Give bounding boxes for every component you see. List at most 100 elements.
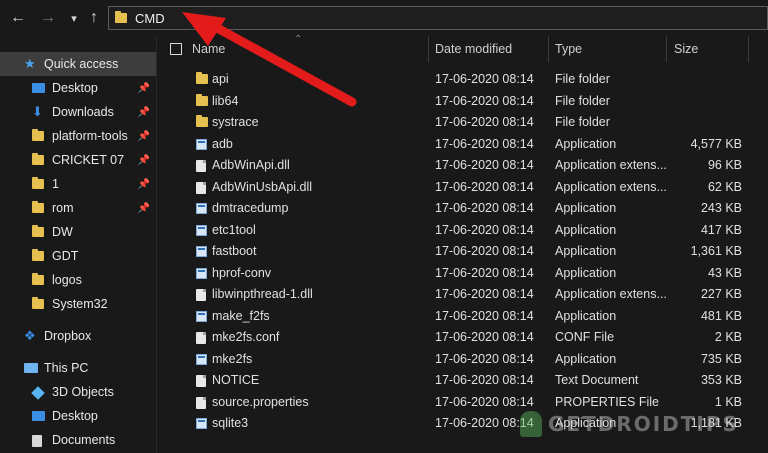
file-type: Text Document xyxy=(555,373,639,387)
sidebar-item-downloads[interactable]: ⬇ Downloads 📌 xyxy=(0,100,156,124)
folder-icon xyxy=(32,297,44,309)
file-name: NOTICE xyxy=(212,373,260,387)
file-type: CONF File xyxy=(555,330,615,344)
pin-icon[interactable]: 📌 xyxy=(138,203,150,214)
file-date: 17-06-2020 08:14 xyxy=(435,136,534,151)
column-divider[interactable] xyxy=(666,36,667,62)
file-name: systrace xyxy=(212,115,259,129)
column-divider[interactable] xyxy=(428,36,429,62)
file-date: 17-06-2020 08:14 xyxy=(435,265,534,280)
file-icon xyxy=(196,396,206,409)
pc-icon xyxy=(24,363,38,373)
file-size: 43 KB xyxy=(707,265,742,280)
sidebar-item-this-pc[interactable]: This PC xyxy=(0,356,156,380)
column-header-label: Type xyxy=(555,42,583,56)
file-name: libwinpthread-1.dll xyxy=(212,287,313,301)
column-divider[interactable] xyxy=(548,36,549,62)
column-divider[interactable] xyxy=(748,36,749,62)
file-row[interactable]: api 17-06-2020 08:14 File folder xyxy=(158,69,768,90)
file-icon xyxy=(196,332,206,344)
file-name: dmtracedump xyxy=(212,201,289,215)
file-date: 17-06-2020 08:14 xyxy=(435,287,534,301)
sidebar-item-3d-objects[interactable]: 3D Objects xyxy=(0,380,156,404)
file-row[interactable]: AdbWinApi.dll 17-06-2020 08:14 Application… xyxy=(158,155,768,176)
file-type: File folder xyxy=(555,72,610,86)
file-type: Application xyxy=(555,244,617,258)
select-all-checkbox[interactable] xyxy=(170,43,182,55)
pin-icon[interactable]: 📌 xyxy=(138,131,150,142)
file-row[interactable]: make_f2fs 17-06-2020 08:14 Application 481 … xyxy=(158,306,768,327)
file-name: sqlite3 xyxy=(212,416,249,430)
up-arrow-icon[interactable]: ↑ xyxy=(84,8,104,28)
column-header-label: Date modified xyxy=(435,42,513,56)
folder-icon xyxy=(32,249,44,261)
folder-icon xyxy=(32,201,44,213)
file-name: mke2fs.conf xyxy=(212,330,280,344)
file-icon xyxy=(196,289,206,301)
folder-icon xyxy=(196,72,208,84)
sidebar-item-desktop-pc[interactable]: Desktop xyxy=(0,404,156,428)
file-size: 4,577 KB xyxy=(690,136,742,151)
column-header-date[interactable]: Date modified xyxy=(435,36,549,62)
file-row[interactable]: mke2fs 17-06-2020 08:14 Application 735 KB xyxy=(158,349,768,370)
file-name: AdbWinApi.dll xyxy=(212,158,290,172)
sidebar-item-documents[interactable]: Documents xyxy=(0,428,156,452)
file-icon xyxy=(196,160,206,172)
pin-icon[interactable]: 📌 xyxy=(138,107,150,118)
sidebar-item-dw[interactable]: DW xyxy=(0,220,156,244)
file-date: 17-06-2020 08:14 xyxy=(435,93,534,108)
file-row[interactable]: NOTICE 17-06-2020 08:14 Text Document 353 K… xyxy=(158,370,768,391)
application-icon xyxy=(196,246,207,257)
back-arrow-icon[interactable]: ← xyxy=(8,8,28,28)
file-row[interactable]: lib64 17-06-2020 08:14 File folder xyxy=(158,91,768,112)
sidebar-item-label: Quick access xyxy=(44,57,119,71)
file-list: ⌃ Name Date modified Type Size api 17-06-… xyxy=(158,34,768,453)
address-bar[interactable]: CMD xyxy=(108,6,768,30)
file-row[interactable]: hprof-conv 17-06-2020 08:14 Application 43 … xyxy=(158,263,768,284)
column-header-name[interactable]: Name xyxy=(192,36,428,62)
sidebar-item-cricket-07[interactable]: CRICKET 07 📌 xyxy=(0,148,156,172)
sidebar-item-logos[interactable]: logos xyxy=(0,268,156,292)
sidebar-item-label: 3D Objects xyxy=(52,385,114,399)
file-row[interactable]: libwinpthread-1.dll 17-06-2020 08:14 Appli… xyxy=(158,284,768,305)
folder-icon xyxy=(32,273,44,285)
sidebar-item-label: DW xyxy=(52,225,73,239)
file-name: lib64 xyxy=(212,93,239,108)
sidebar-item-label: Desktop xyxy=(52,81,98,95)
pin-icon[interactable]: 📌 xyxy=(138,155,150,166)
file-icon xyxy=(196,375,206,387)
sidebar-item-gdt[interactable]: GDT xyxy=(0,244,156,268)
sidebar-item-dropbox[interactable]: ❖ Dropbox xyxy=(0,324,156,348)
pin-icon[interactable]: 📌 xyxy=(138,179,150,190)
desktop-icon xyxy=(32,83,45,93)
recent-locations-chevron-icon[interactable]: ▾ xyxy=(64,8,84,28)
sidebar-item-rom[interactable]: rom 📌 xyxy=(0,196,156,220)
folder-icon xyxy=(32,129,44,141)
column-header-type[interactable]: Type xyxy=(555,36,667,62)
column-header-size[interactable]: Size xyxy=(674,36,744,62)
file-date: 17-06-2020 08:14 xyxy=(435,115,534,129)
file-type: File folder xyxy=(555,93,610,108)
sidebar-item-1[interactable]: 1 📌 xyxy=(0,172,156,196)
forward-arrow-icon[interactable]: → xyxy=(38,8,58,28)
sidebar-item-system32[interactable]: System32 xyxy=(0,292,156,316)
file-row[interactable]: dmtracedump 17-06-2020 08:14 Application 24… xyxy=(158,198,768,219)
file-row[interactable]: AdbWinUsbApi.dll 17-06-2020 08:14 Applicat… xyxy=(158,177,768,198)
file-type: Application xyxy=(555,201,617,215)
file-type: Application xyxy=(555,308,617,323)
sidebar-item-quick-access[interactable]: ★ Quick access xyxy=(0,52,156,76)
sidebar-item-desktop[interactable]: Desktop 📌 xyxy=(0,76,156,100)
file-name: fastboot xyxy=(212,244,257,258)
file-row[interactable]: mke2fs.conf 17-06-2020 08:14 CONF File 2 KB xyxy=(158,327,768,348)
file-size: 353 KB xyxy=(700,373,742,387)
application-icon xyxy=(196,224,207,236)
file-row[interactable]: fastboot 17-06-2020 08:14 Application 1,361… xyxy=(158,241,768,262)
file-row[interactable]: adb 17-06-2020 08:14 Application 4,577 KB xyxy=(158,134,768,155)
file-date: 17-06-2020 08:14 xyxy=(435,373,534,387)
file-type: Application extens... xyxy=(555,287,667,301)
file-type: Application xyxy=(555,222,617,237)
file-row[interactable]: systrace 17-06-2020 08:14 File folder xyxy=(158,112,768,133)
file-row[interactable]: etc1tool 17-06-2020 08:14 Application 417 K… xyxy=(158,220,768,241)
sidebar-item-platform-tools[interactable]: platform-tools 📌 xyxy=(0,124,156,148)
pin-icon[interactable]: 📌 xyxy=(138,83,150,94)
